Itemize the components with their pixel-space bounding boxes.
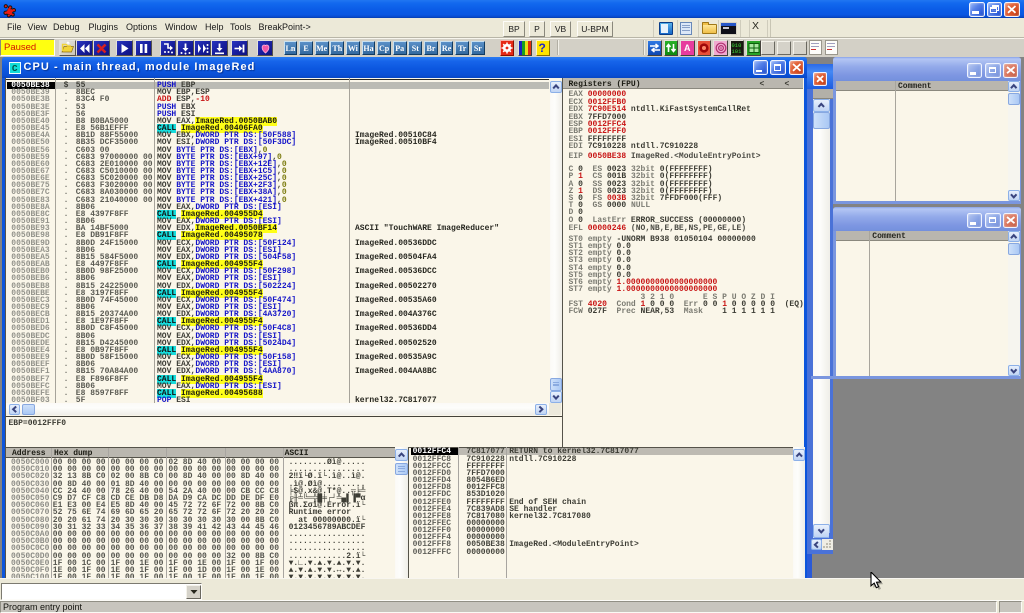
svg-text:101: 101: [732, 48, 743, 55]
